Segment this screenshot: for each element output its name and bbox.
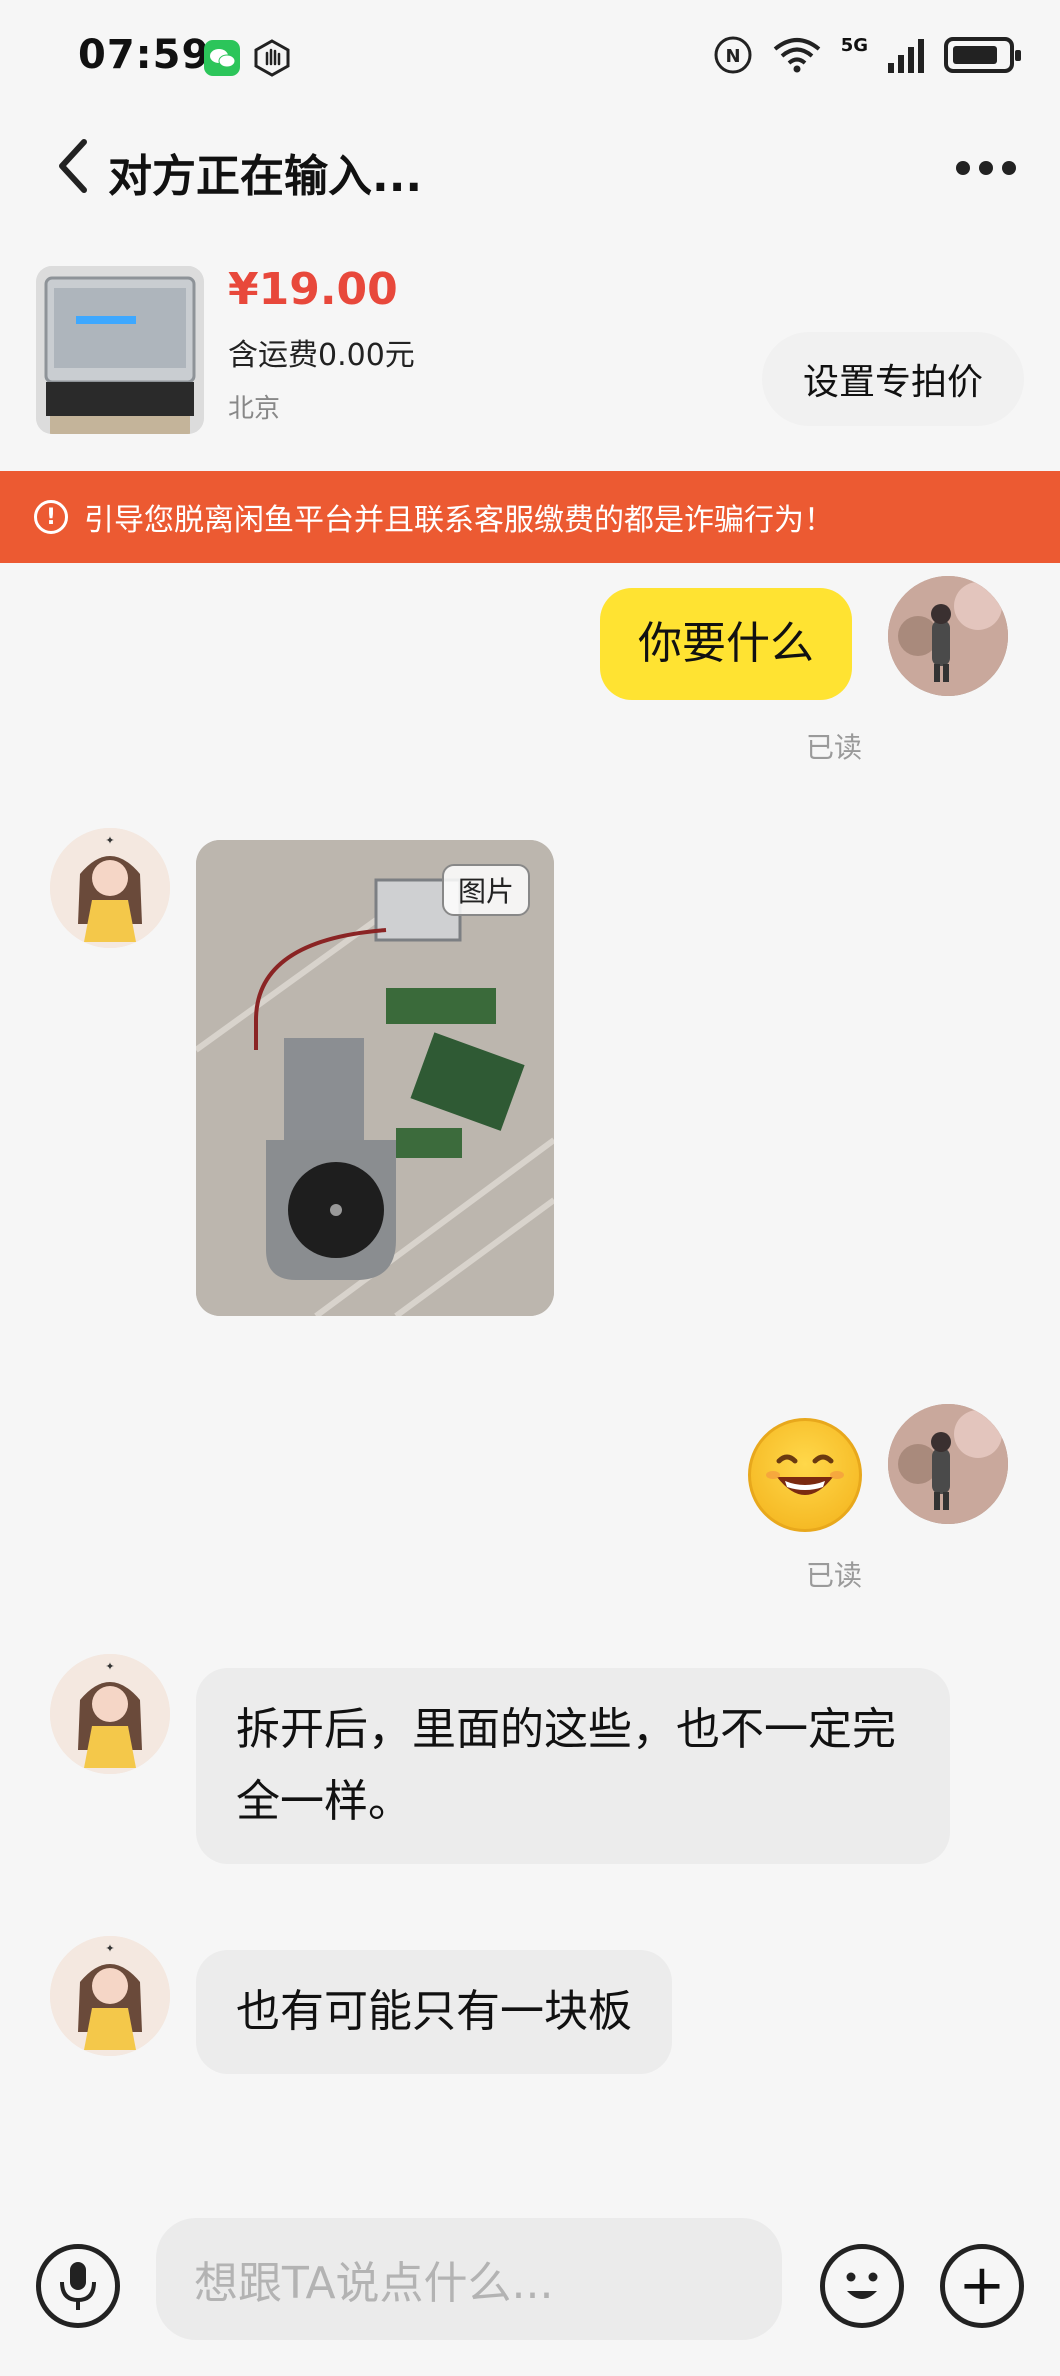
- self-avatar[interactable]: [888, 1404, 1008, 1524]
- nfc-icon: N: [714, 36, 752, 74]
- warning-text: 引导您脱离闲鱼平台并且联系客服缴费的都是诈骗行为！: [84, 503, 834, 538]
- read-status: 已读: [806, 1559, 863, 1592]
- status-bar: 07:59 N 5G: [0, 0, 1060, 115]
- read-status: 已读: [806, 731, 863, 764]
- message-input[interactable]: 想跟TA说点什么...: [156, 2218, 782, 2340]
- network-label: 5G: [840, 34, 868, 56]
- back-icon[interactable]: [54, 136, 94, 196]
- message-text: 拆开后，里面的这些，也不一定完全一样。: [236, 1704, 896, 1827]
- input-placeholder: 想跟TA说点什么...: [194, 2258, 554, 2309]
- signal-icon: [888, 39, 924, 73]
- product-card[interactable]: ¥19.00 含运费0.00元 北京 设置专拍价: [0, 250, 1060, 470]
- product-shipping: 含运费0.00元: [228, 338, 415, 373]
- message-text: 你要什么: [638, 618, 814, 669]
- more-actions-plus-icon[interactable]: +: [940, 2244, 1024, 2328]
- hand-icon: [254, 39, 290, 77]
- svg-text:✦: ✦: [105, 1942, 114, 1955]
- image-tag: 图片: [441, 864, 530, 916]
- svg-text:✦: ✦: [105, 834, 114, 847]
- laughing-emoji-icon[interactable]: [748, 1418, 862, 1532]
- set-special-price-button[interactable]: 设置专拍价: [762, 332, 1024, 426]
- svg-text:✦: ✦: [105, 1660, 114, 1673]
- chat-screen: 07:59 N 5G 对方正在输入... ¥19.00 含运费0.00元 北京 …: [0, 0, 1060, 2376]
- warning-icon: !: [34, 500, 68, 534]
- other-avatar[interactable]: ✦: [50, 828, 170, 948]
- microphone-icon[interactable]: [36, 2244, 120, 2328]
- chat-header: 对方正在输入...: [0, 118, 1060, 218]
- message-bubble-self[interactable]: 你要什么: [600, 588, 852, 700]
- battery-icon: [944, 37, 1021, 73]
- product-thumbnail[interactable]: [36, 266, 204, 434]
- message-bubble-other[interactable]: 也有可能只有一块板: [196, 1950, 672, 2074]
- svg-text:N: N: [725, 46, 740, 67]
- status-icons: N 5G: [713, 30, 1021, 80]
- more-options-icon[interactable]: [956, 148, 1020, 188]
- other-avatar[interactable]: ✦: [50, 1936, 170, 2056]
- message-text: 也有可能只有一块板: [236, 1986, 632, 2037]
- status-time: 07:59: [78, 32, 211, 78]
- input-bar: 想跟TA说点什么... +: [0, 2200, 1060, 2376]
- image-message[interactable]: 图片: [196, 840, 554, 1316]
- wechat-icon: [204, 40, 240, 76]
- page-title: 对方正在输入...: [108, 151, 423, 202]
- product-price: ¥19.00: [228, 264, 398, 315]
- emoji-button[interactable]: [820, 2244, 904, 2328]
- fraud-warning-banner: ! 引导您脱离闲鱼平台并且联系客服缴费的都是诈骗行为！: [0, 471, 1060, 563]
- other-avatar[interactable]: ✦: [50, 1654, 170, 1774]
- product-location: 北京: [228, 394, 281, 424]
- wifi-icon: [773, 38, 820, 73]
- message-bubble-other[interactable]: 拆开后，里面的这些，也不一定完全一样。: [196, 1668, 950, 1864]
- self-avatar[interactable]: [888, 576, 1008, 696]
